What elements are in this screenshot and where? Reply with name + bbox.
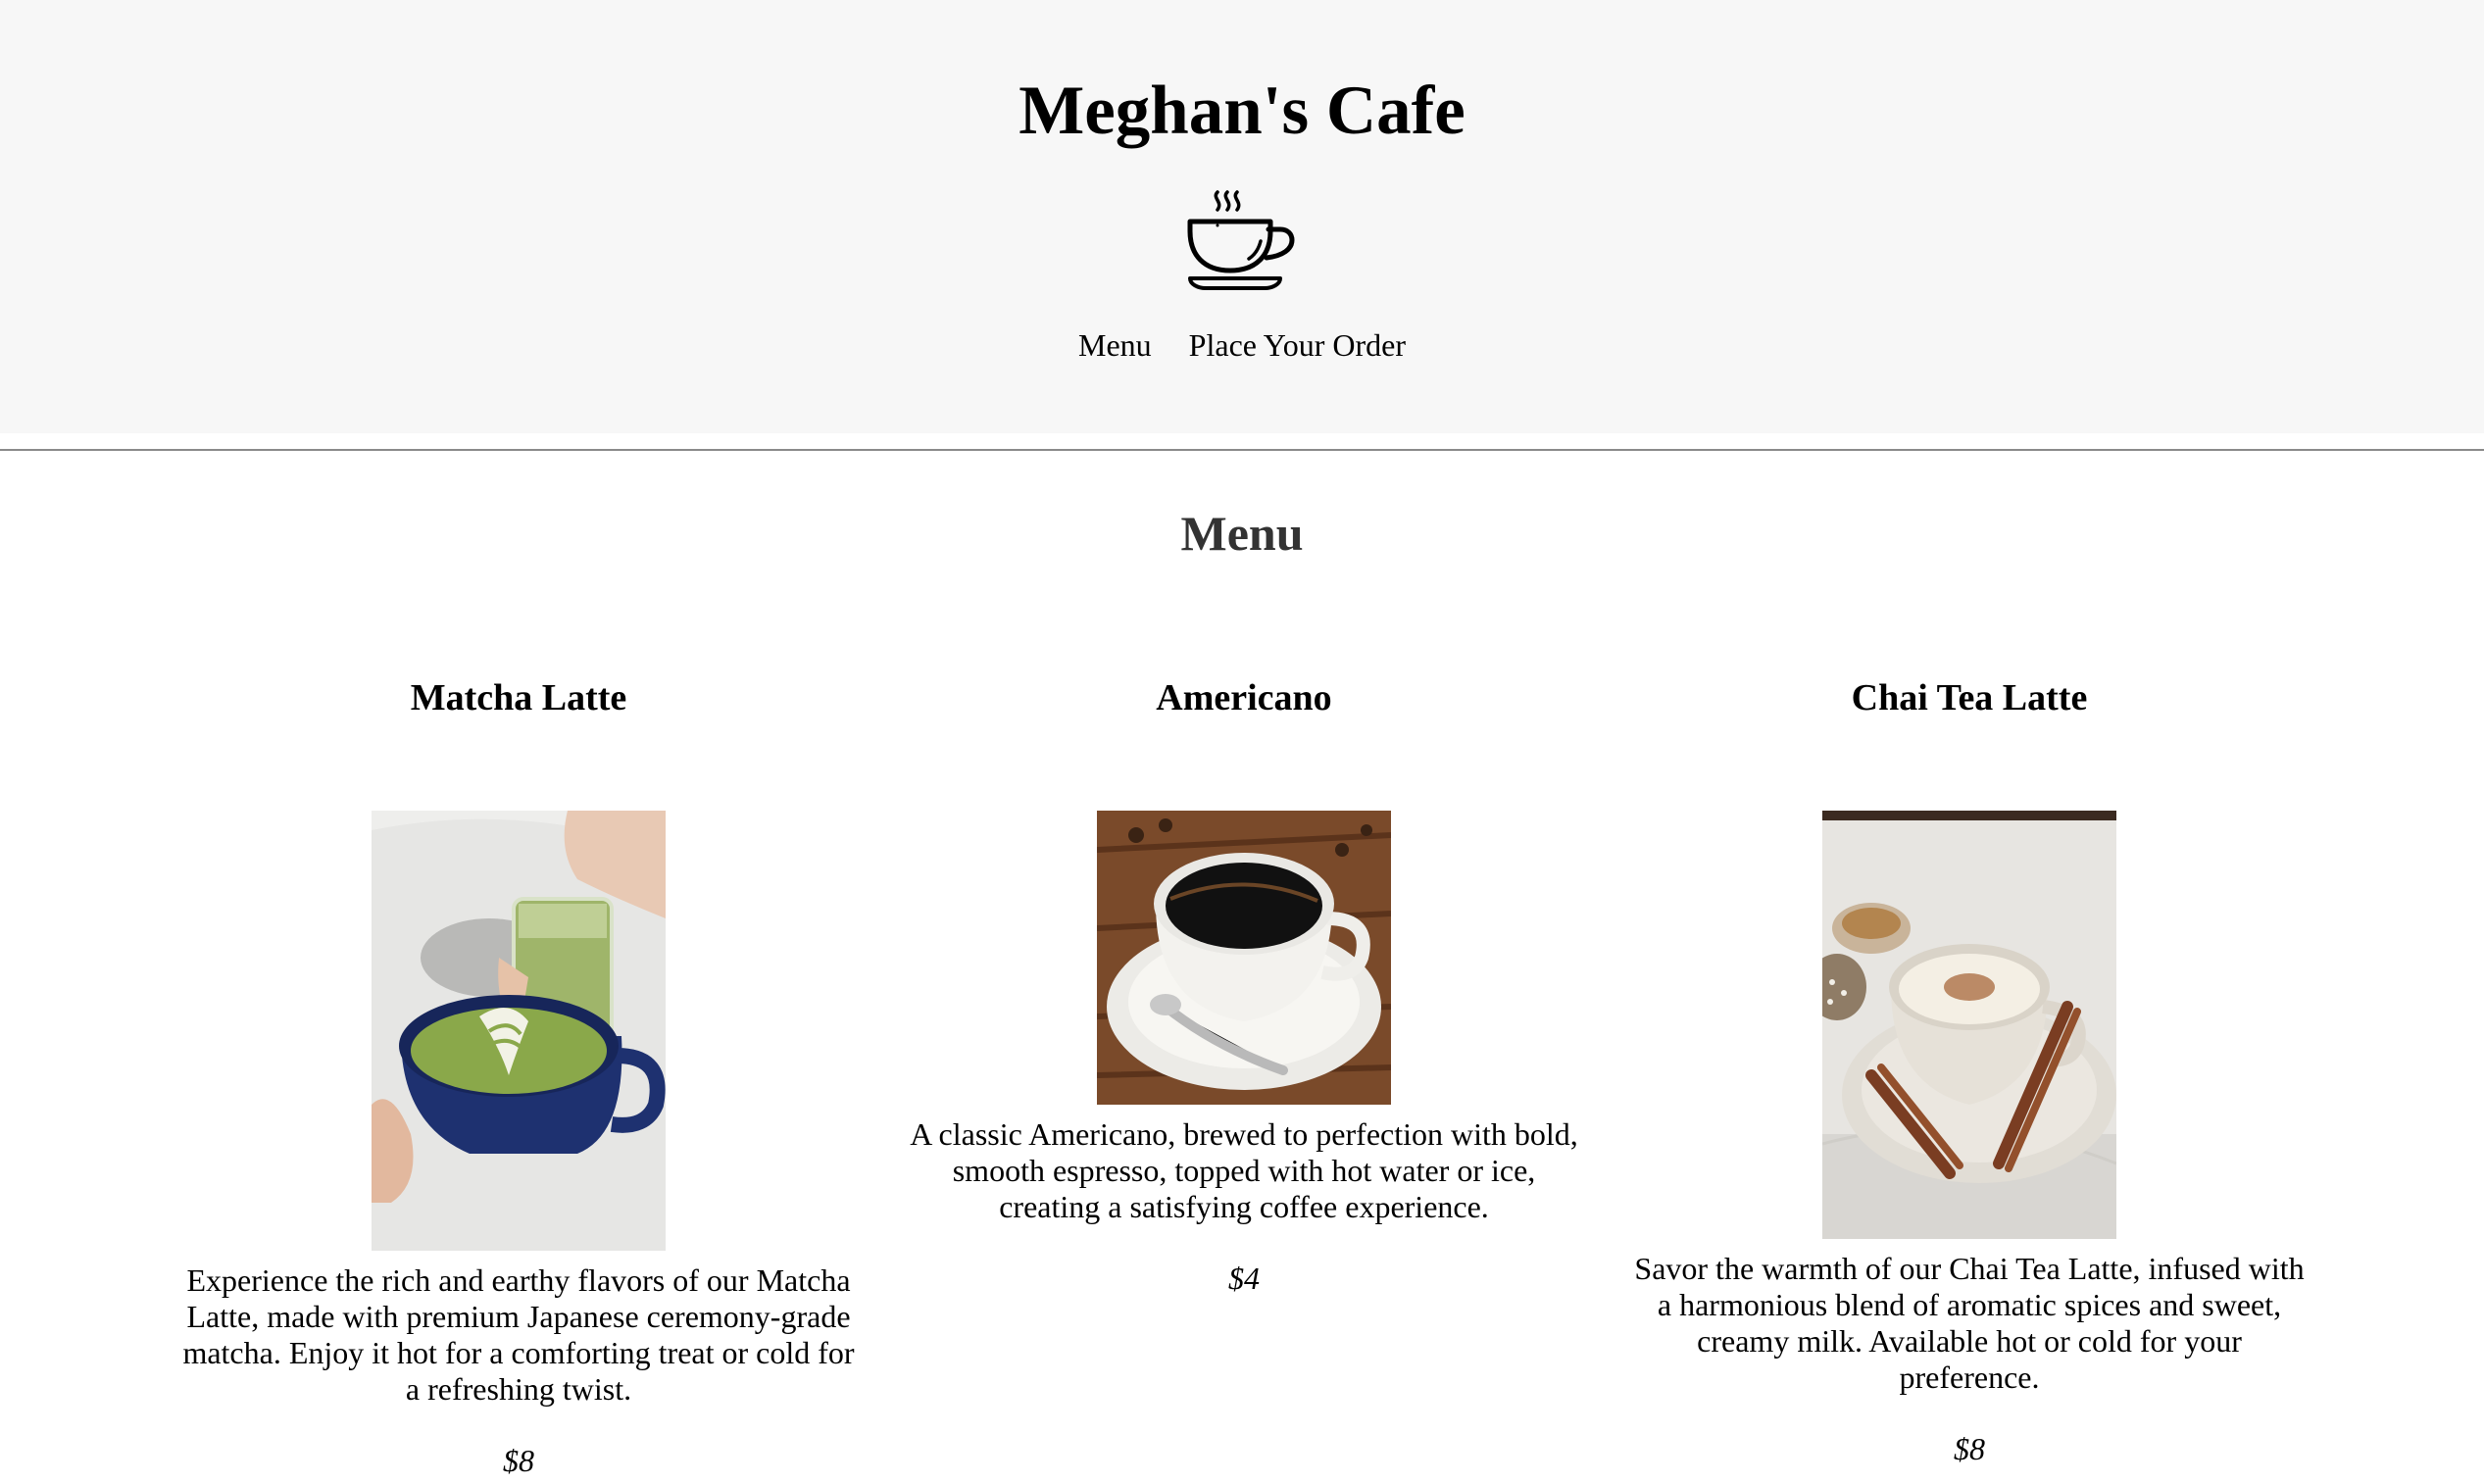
item-description: A classic Americano, brewed to perfectio…: [910, 1116, 1578, 1224]
chai-tea-latte-photo: [1822, 811, 2116, 1239]
item-name: Matcha Latte: [410, 677, 627, 718]
header-divider: [0, 449, 2484, 451]
site-title: Meghan's Cafe: [1018, 73, 1466, 149]
menu-item-chai-tea-latte: Chai Tea Latte Savor the warmth of our C…: [1626, 670, 2312, 1468]
coffee-cup-icon: [1187, 190, 1295, 290]
item-price: $4: [1228, 1261, 1260, 1296]
item-description: Experience the rich and earthy flavors o…: [182, 1262, 855, 1407]
menu-item-americano: Americano A classic Americano, brewed to…: [901, 670, 1587, 1298]
nav-link-menu[interactable]: Menu: [1078, 327, 1152, 363]
item-description: Savor the warmth of our Chai Tea Latte, …: [1634, 1251, 2305, 1395]
menu-heading: Menu: [1180, 506, 1304, 561]
nav-link-place-order[interactable]: Place Your Order: [1189, 327, 1406, 363]
item-name: Americano: [1156, 677, 1332, 718]
site-header: Meghan's Cafe Menu Place Your Order: [0, 0, 2484, 433]
menu-item-matcha-latte: Matcha Latte Experience the rich and ear…: [175, 670, 862, 1480]
matcha-latte-photo: [372, 811, 666, 1251]
americano-photo: [1097, 811, 1391, 1105]
item-name: Chai Tea Latte: [1851, 677, 2088, 718]
item-price: $8: [503, 1443, 534, 1478]
item-price: $8: [1954, 1431, 1985, 1466]
main-nav: Menu Place Your Order: [0, 323, 2484, 367]
